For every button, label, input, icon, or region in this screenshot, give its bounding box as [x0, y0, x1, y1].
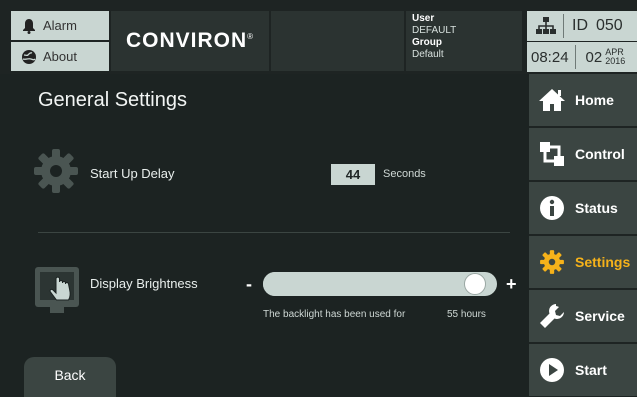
gear-icon — [32, 147, 80, 195]
nav-item-service[interactable]: Service — [529, 290, 637, 342]
about-button[interactable]: About — [11, 42, 109, 71]
id-label: ID — [572, 17, 588, 34]
wrench-icon — [538, 302, 566, 330]
control-icon — [538, 140, 566, 168]
startup-delay-input[interactable]: 44 — [331, 164, 375, 185]
separator — [563, 14, 564, 38]
brightness-slider[interactable] — [263, 272, 497, 296]
user-panel[interactable]: User DEFAULT Group Default — [406, 11, 522, 71]
alarm-button[interactable]: Alarm — [11, 11, 109, 40]
alarm-label: Alarm — [43, 18, 77, 33]
home-icon — [538, 86, 566, 114]
brightness-slider-fill — [263, 272, 486, 296]
header-blank-panel — [271, 11, 404, 71]
nav-item-home[interactable]: Home — [529, 74, 637, 126]
gear-icon — [538, 248, 566, 276]
play-icon — [538, 356, 566, 384]
nav-label-service: Service — [575, 308, 625, 324]
nav-item-status[interactable]: Status — [529, 182, 637, 234]
info-icon — [538, 194, 566, 222]
id-value: 050 — [596, 17, 623, 34]
about-label: About — [43, 49, 77, 64]
date-year: 2016 — [605, 56, 626, 66]
time-display: 08:24 — [531, 48, 569, 66]
network-icon — [535, 16, 557, 36]
network-id-panel[interactable]: ID 050 — [527, 11, 637, 41]
divider — [38, 232, 510, 233]
startup-delay-label: Start Up Delay — [90, 166, 175, 181]
bell-icon — [17, 18, 41, 34]
user-key: User — [412, 13, 435, 24]
date-day: 02 — [585, 48, 603, 66]
nav-label-settings: Settings — [575, 254, 631, 270]
nav-label-start: Start — [575, 362, 607, 378]
page-title: General Settings — [38, 89, 187, 111]
back-button[interactable]: Back — [24, 357, 116, 397]
date-display: 02 APR 2016 — [586, 48, 626, 66]
display-brightness-label: Display Brightness — [90, 276, 198, 291]
backlight-usage-value: 55 hours — [447, 309, 486, 320]
conviron-logo: CONVIRON® — [125, 29, 255, 52]
brightness-decrease-button[interactable]: - — [246, 274, 252, 295]
nav-label-control: Control — [575, 146, 625, 162]
touch-display-icon — [34, 263, 84, 315]
group-value: Default — [412, 49, 444, 60]
nav-label-status: Status — [575, 200, 618, 216]
logo-panel: CONVIRON® — [111, 11, 269, 71]
side-nav: Home Control Status Settings Service Sta… — [529, 74, 637, 396]
clock-panel: 08:24 02 APR 2016 — [527, 42, 637, 72]
nav-item-start[interactable]: Start — [529, 344, 637, 396]
group-key: Group — [412, 37, 442, 48]
brightness-increase-button[interactable]: + — [506, 274, 517, 295]
nav-item-control[interactable]: Control — [529, 128, 637, 180]
startup-delay-unit: Seconds — [383, 168, 426, 180]
nav-label-home: Home — [575, 92, 614, 108]
globe-icon — [17, 49, 41, 65]
user-value: DEFAULT — [412, 25, 457, 36]
nav-item-settings[interactable]: Settings — [529, 236, 637, 288]
backlight-usage-text: The backlight has been used for — [263, 309, 406, 320]
separator — [574, 45, 576, 69]
